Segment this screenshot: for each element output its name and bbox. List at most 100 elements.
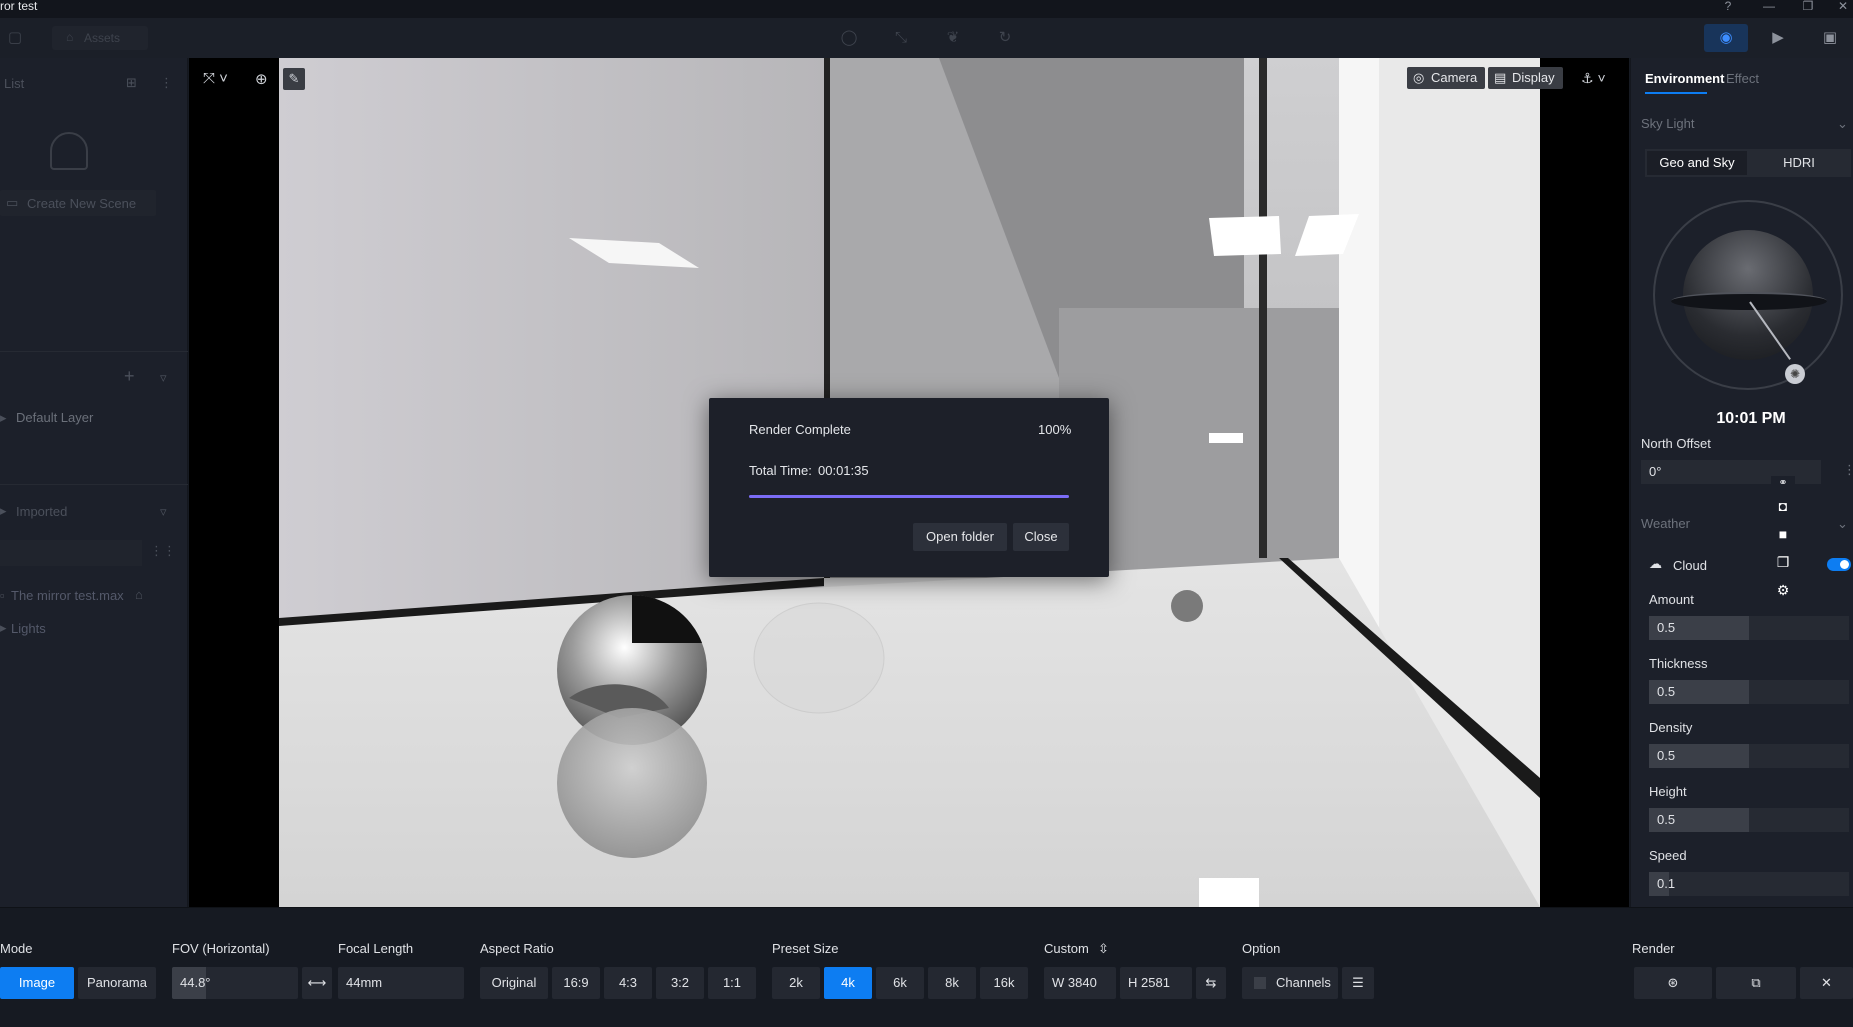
option-settings-icon[interactable]: ☰ (1342, 967, 1374, 999)
preset-8k-button[interactable]: 8k (928, 967, 976, 999)
layer-menu-icon[interactable]: ▿ (160, 370, 167, 386)
sky-light-chevron-icon[interactable]: ⌄ (1837, 116, 1848, 132)
aspect-16-9-button[interactable]: 16:9 (552, 967, 600, 999)
create-scene-label: Create New Scene (27, 196, 137, 211)
more-icon[interactable]: ⋮ (160, 75, 173, 91)
help-icon[interactable]: ? (1717, 0, 1739, 16)
lights-bullet-icon: ▸ (0, 620, 7, 635)
close-window-icon[interactable]: ✕ (1832, 0, 1853, 16)
north-offset-more-icon[interactable]: ⋮ (1843, 462, 1853, 478)
progress-percent: 100% (1038, 422, 1072, 437)
aspect-4-3-button[interactable]: 4:3 (604, 967, 652, 999)
add-layer-icon[interactable]: + (124, 366, 135, 387)
render-cancel-icon[interactable]: ✕ (1800, 967, 1853, 999)
record-video-icon[interactable]: ■ (1771, 526, 1795, 548)
mode-panorama-button[interactable]: Panorama (78, 967, 156, 999)
display-button[interactable]: ▤ Display (1488, 67, 1563, 89)
brush-icon[interactable]: ✎ (283, 68, 305, 90)
render-complete-dialog: Render Complete 100% Total Time: 00:01:3… (709, 398, 1109, 577)
tab-geo-and-sky[interactable]: Geo and Sky (1647, 151, 1747, 175)
fov-value: 44.8° (180, 975, 211, 990)
aspect-original-button[interactable]: Original (480, 967, 548, 999)
render-label: Render (1632, 941, 1675, 956)
display-icon: ▤ (1494, 70, 1507, 85)
preset-6k-button[interactable]: 6k (876, 967, 924, 999)
transform-icon[interactable]: ⤧ ˅ (203, 70, 228, 87)
default-layer-item[interactable]: Default Layer (16, 410, 93, 425)
tab-hdri[interactable]: HDRI (1749, 151, 1849, 175)
render-export-icon[interactable]: ⧉ (1716, 967, 1796, 999)
custom-info-icon[interactable]: ⇳ (1098, 941, 1109, 957)
main-toolbar: ▢ ⌂ Assets ◯ ⤡ ❦ ↻ ◉ ▶ ▣ (0, 18, 1853, 58)
sky-light-label: Sky Light (1641, 116, 1695, 131)
focal-length-input[interactable]: 44mm (338, 967, 464, 999)
channels-button[interactable]: Channels (1242, 967, 1338, 999)
toggle-knob (1840, 560, 1849, 569)
aspect-3-2-button[interactable]: 3:2 (656, 967, 704, 999)
time-of-day: 10:01 PM (1716, 410, 1786, 427)
light-bulb-icon[interactable]: ◯ (836, 26, 862, 50)
open-folder-button[interactable]: Open folder (913, 523, 1007, 551)
focal-length-label: Focal Length (338, 941, 414, 956)
channels-checkbox[interactable] (1254, 977, 1266, 989)
imported-menu-icon[interactable]: ▿ (160, 504, 167, 520)
sun-position-dial[interactable]: ✺ (1653, 200, 1843, 390)
add-folder-icon[interactable]: ⊞ (126, 75, 137, 91)
camera-icon: ◎ (1413, 70, 1425, 85)
layers-icon[interactable]: ❐ (1771, 554, 1795, 576)
weather-label: Weather (1641, 516, 1690, 531)
aspect-1-1-button[interactable]: 1:1 (708, 967, 756, 999)
render-start-icon[interactable]: ⊛ (1634, 967, 1712, 999)
param-slider[interactable]: 0.5 (1649, 680, 1849, 704)
assets-button[interactable]: ⌂ Assets (52, 26, 148, 50)
refresh-icon[interactable]: ↻ (992, 26, 1018, 50)
grid-view-icon[interactable]: ⋮⋮ (150, 543, 176, 559)
minimize-icon[interactable]: — (1758, 0, 1780, 16)
globe-icon[interactable]: ⊕ (255, 70, 268, 88)
video-icon[interactable]: ▶ (1765, 26, 1791, 50)
restore-icon[interactable]: ❐ (1797, 0, 1819, 16)
width-input[interactable]: W 3840 (1044, 967, 1116, 999)
cloud-label: Cloud (1673, 558, 1707, 573)
camera-button[interactable]: ◎ Camera (1407, 67, 1486, 89)
tab-environment[interactable]: Environment (1645, 71, 1724, 86)
aspect-ratio-label: Aspect Ratio (480, 941, 554, 956)
param-slider[interactable]: 0.1 (1649, 872, 1849, 896)
create-scene-button[interactable]: ▭ Create New Scene (0, 190, 156, 216)
param-slider[interactable]: 0.5 (1649, 744, 1849, 768)
scene-file-item[interactable]: The mirror test.max (11, 588, 124, 603)
fov-input[interactable]: 44.8° (172, 967, 298, 999)
close-dialog-button[interactable]: Close (1013, 523, 1069, 551)
anchor-icon[interactable]: ⚓ ˅ (1581, 70, 1606, 87)
horizon-ring (1671, 292, 1827, 310)
tab-effect[interactable]: Effect (1726, 71, 1759, 86)
param-value: 0.5 (1657, 812, 1676, 827)
total-time-value: 00:01:35 (818, 463, 869, 478)
gallery-icon[interactable]: ▣ (1817, 26, 1843, 50)
weather-chevron-icon[interactable]: ⌄ (1837, 516, 1848, 532)
preset-4k-button[interactable]: 4k (824, 967, 872, 999)
param-slider[interactable]: 0.5 (1649, 616, 1849, 640)
height-input[interactable]: H 2581 (1120, 967, 1192, 999)
right-panel: Environment Effect Sky Light ⌄ Geo and S… (1630, 58, 1853, 907)
floating-tools: ⚭ ◘ ■ ❐ ⚙ (1771, 476, 1795, 604)
sun-handle-icon[interactable]: ✺ (1785, 364, 1805, 384)
divider (0, 484, 188, 485)
param-slider[interactable]: 0.5 (1649, 808, 1849, 832)
mode-image-button[interactable]: Image (0, 967, 74, 999)
lights-item[interactable]: Lights (11, 621, 46, 636)
lock-icon[interactable]: ⌂ (135, 587, 143, 602)
path-icon[interactable]: ⤡ (888, 26, 914, 50)
link-icon[interactable]: ⚭ (1771, 476, 1795, 492)
camera-mode-icon[interactable]: ◉ (1704, 24, 1748, 52)
search-input[interactable] (0, 540, 142, 566)
swap-dimensions-icon[interactable]: ⇆ (1196, 967, 1226, 999)
settings-gear-icon[interactable]: ⚙ (1771, 582, 1795, 604)
file-icon[interactable]: ▢ (2, 26, 28, 50)
snapshot-camera-icon[interactable]: ◘ (1771, 498, 1795, 520)
fov-lock-icon[interactable]: ⟷ (302, 967, 332, 999)
preset-16k-button[interactable]: 16k (980, 967, 1028, 999)
leaf-icon[interactable]: ❦ (940, 26, 966, 50)
preset-2k-button[interactable]: 2k (772, 967, 820, 999)
cloud-toggle[interactable] (1827, 558, 1851, 571)
